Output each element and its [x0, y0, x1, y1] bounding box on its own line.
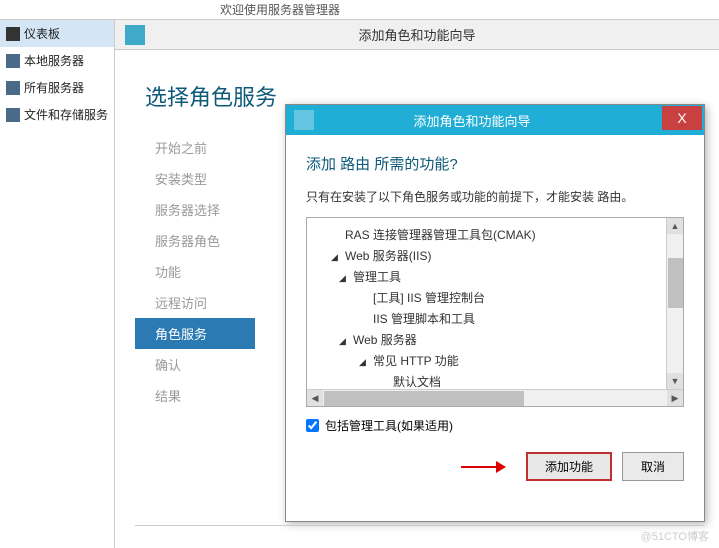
wizard-nav-role-services[interactable]: 角色服务: [135, 318, 255, 349]
scroll-thumb-v[interactable]: [668, 258, 683, 308]
wizard-nav-install-type[interactable]: 安装类型: [145, 163, 255, 194]
tree-collapse-icon[interactable]: ◢: [331, 252, 341, 262]
tree-toggle-icon: [379, 376, 389, 386]
tree-toggle-icon: [359, 292, 369, 302]
add-features-modal: 添加角色和功能向导 X 添加 路由 所需的功能? 只有在安装了以下角色服务或功能…: [285, 104, 705, 522]
tree-collapse-icon[interactable]: ◢: [339, 273, 349, 283]
sidebar-item-local-server[interactable]: 本地服务器: [0, 47, 114, 74]
tree-toggle-icon: [331, 229, 341, 239]
wizard-nav-server-roles[interactable]: 服务器角色: [145, 225, 255, 256]
close-button[interactable]: X: [662, 106, 702, 130]
wizard-nav-server-select[interactable]: 服务器选择: [145, 194, 255, 225]
tree-item-web-server[interactable]: ◢Web 服务器: [311, 329, 679, 350]
wizard-nav: 开始之前 安装类型 服务器选择 服务器角色 功能 远程访问 角色服务 确认 结果: [145, 132, 255, 411]
wizard-nav-features[interactable]: 功能: [145, 256, 255, 287]
file-storage-icon: [6, 108, 20, 122]
arrow-annotation-icon: [461, 461, 506, 473]
server-icon: [6, 54, 20, 68]
checkbox-label: 包括管理工具(如果适用): [325, 417, 453, 434]
tree-item-iis-scripts[interactable]: IIS 管理脚本和工具: [311, 308, 679, 329]
features-tree: RAS 连接管理器管理工具包(CMAK) ◢Web 服务器(IIS) ◢管理工具…: [306, 217, 684, 407]
scroll-left-icon[interactable]: ◀: [307, 390, 323, 406]
include-mgmt-tools-checkbox[interactable]: 包括管理工具(如果适用): [306, 417, 684, 434]
modal-body: 添加 路由 所需的功能? 只有在安装了以下角色服务或功能的前提下，才能安装 路由…: [286, 135, 704, 493]
tree-content: RAS 连接管理器管理工具包(CMAK) ◢Web 服务器(IIS) ◢管理工具…: [307, 218, 683, 398]
scroll-right-icon[interactable]: ▶: [667, 390, 683, 406]
tree-collapse-icon[interactable]: ◢: [359, 357, 369, 367]
tree-toggle-icon: [359, 313, 369, 323]
scroll-up-icon[interactable]: ▲: [667, 218, 683, 234]
tree-item-iis[interactable]: ◢Web 服务器(IIS): [311, 245, 679, 266]
tree-item-iis-console[interactable]: [工具] IIS 管理控制台: [311, 287, 679, 308]
sidebar-item-dashboard[interactable]: 仪表板: [0, 20, 114, 47]
all-servers-icon: [6, 81, 20, 95]
vertical-scrollbar[interactable]: ▲ ▼: [666, 218, 683, 389]
wizard-nav-results[interactable]: 结果: [145, 380, 255, 411]
tree-collapse-icon[interactable]: ◢: [339, 336, 349, 346]
close-icon: X: [677, 110, 686, 126]
wizard-header-title: 添加角色和功能向导: [155, 25, 719, 44]
modal-titlebar[interactable]: 添加角色和功能向导 X: [286, 105, 704, 135]
tree-item-ras-cmak[interactable]: RAS 连接管理器管理工具包(CMAK): [311, 224, 679, 245]
modal-question: 添加 路由 所需的功能?: [306, 153, 684, 174]
modal-header-icon: [294, 110, 314, 130]
checkbox-input[interactable]: [306, 419, 319, 432]
sidebar-item-label: 本地服务器: [24, 52, 84, 69]
watermark-text: @51CTO博客: [641, 528, 709, 544]
sidebar-item-all-servers[interactable]: 所有服务器: [0, 74, 114, 101]
scroll-down-icon[interactable]: ▼: [667, 373, 683, 389]
welcome-title: 欢迎使用服务器管理器: [220, 1, 340, 18]
modal-button-row: 添加功能 取消: [306, 452, 684, 481]
horizontal-scrollbar[interactable]: ◀ ▶: [307, 389, 683, 406]
add-features-button[interactable]: 添加功能: [526, 452, 612, 481]
cancel-button[interactable]: 取消: [622, 452, 684, 481]
sidebar-item-label: 仪表板: [24, 25, 60, 42]
dashboard-icon: [6, 27, 20, 41]
sidebar-item-file-storage[interactable]: 文件和存储服务: [0, 101, 114, 128]
main-header: 添加角色和功能向导: [115, 20, 719, 50]
wizard-nav-before-begin[interactable]: 开始之前: [145, 132, 255, 163]
top-bar: 欢迎使用服务器管理器: [0, 0, 719, 20]
tree-item-mgmt-tools[interactable]: ◢管理工具: [311, 266, 679, 287]
wizard-nav-confirm[interactable]: 确认: [145, 349, 255, 380]
scroll-thumb-h[interactable]: [324, 391, 524, 406]
wizard-nav-remote-access[interactable]: 远程访问: [145, 287, 255, 318]
sidebar-item-label: 所有服务器: [24, 79, 84, 96]
modal-title: 添加角色和功能向导: [322, 111, 662, 130]
sidebar-item-label: 文件和存储服务: [24, 106, 108, 123]
divider: [135, 525, 704, 526]
tree-item-common-http[interactable]: ◢常见 HTTP 功能: [311, 350, 679, 371]
wizard-header-icon: [125, 25, 145, 45]
sidebar: 仪表板 本地服务器 所有服务器 文件和存储服务: [0, 20, 115, 548]
modal-description: 只有在安装了以下角色服务或功能的前提下，才能安装 路由。: [306, 188, 684, 205]
